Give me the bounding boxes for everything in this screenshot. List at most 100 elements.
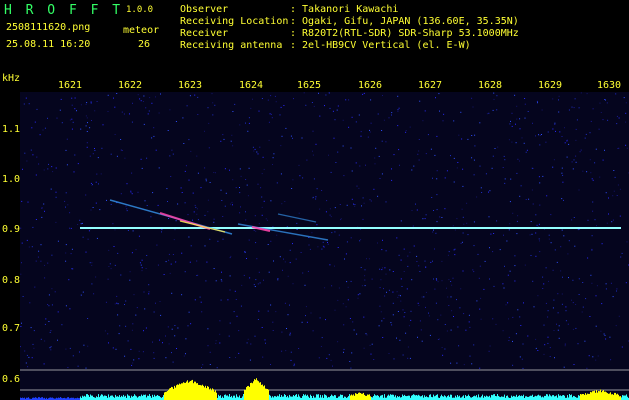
intensity-bar xyxy=(406,396,407,400)
noise-pixel xyxy=(605,338,607,340)
noise-pixel xyxy=(440,314,442,316)
noise-pixel xyxy=(329,208,331,210)
noise-pixel xyxy=(44,340,46,342)
noise-pixel xyxy=(143,330,144,332)
noise-pixel xyxy=(582,306,584,308)
noise-pixel xyxy=(444,348,446,350)
noise-pixel xyxy=(190,245,192,247)
noise-pixel xyxy=(30,149,32,151)
intensity-bar xyxy=(437,394,438,400)
noise-pixel xyxy=(170,263,172,265)
noise-pixel xyxy=(298,164,300,166)
intensity-bar xyxy=(170,388,171,400)
noise-pixel xyxy=(563,199,564,201)
noise-pixel xyxy=(145,107,147,109)
noise-pixel xyxy=(188,139,190,141)
intensity-bar xyxy=(353,394,354,400)
intensity-bar xyxy=(574,396,575,400)
intensity-bar xyxy=(559,395,560,400)
noise-pixel xyxy=(145,268,147,269)
noise-pixel xyxy=(354,205,356,207)
noise-pixel xyxy=(268,271,270,273)
noise-pixel xyxy=(73,171,75,173)
noise-pixel xyxy=(342,119,344,121)
noise-pixel xyxy=(263,279,264,281)
intensity-bar xyxy=(404,394,405,400)
noise-pixel xyxy=(468,314,470,316)
noise-pixel xyxy=(192,192,194,194)
noise-pixel xyxy=(364,275,366,277)
noise-pixel xyxy=(336,109,338,111)
noise-pixel xyxy=(616,195,618,196)
noise-pixel xyxy=(207,199,209,201)
x-tick-label: 1625 xyxy=(297,80,322,91)
noise-pixel xyxy=(196,275,198,276)
intensity-bar xyxy=(128,395,129,400)
noise-pixel xyxy=(207,328,209,330)
noise-pixel xyxy=(324,105,325,107)
x-tick-label: 1629 xyxy=(538,80,563,91)
noise-pixel xyxy=(104,330,106,332)
noise-pixel xyxy=(448,279,450,281)
noise-pixel xyxy=(26,160,28,162)
noise-pixel xyxy=(374,163,376,165)
noise-pixel xyxy=(524,264,526,266)
intensity-bar xyxy=(513,395,514,400)
intensity-bar xyxy=(234,395,235,400)
intensity-bar xyxy=(202,384,203,400)
intensity-bar xyxy=(351,394,352,400)
noise-pixel xyxy=(114,264,116,266)
noise-pixel xyxy=(575,139,577,141)
noise-pixel xyxy=(422,218,424,220)
noise-pixel xyxy=(527,335,529,337)
noise-pixel xyxy=(40,338,42,340)
noise-pixel xyxy=(428,315,430,317)
noise-pixel xyxy=(183,143,185,144)
noise-pixel xyxy=(552,98,554,100)
noise-pixel xyxy=(562,276,563,278)
intensity-bar xyxy=(600,389,601,400)
noise-pixel xyxy=(374,157,376,159)
noise-pixel xyxy=(539,251,541,253)
noise-pixel xyxy=(253,229,255,231)
noise-pixel xyxy=(232,204,233,206)
intensity-bar xyxy=(80,396,81,400)
noise-pixel xyxy=(468,321,470,323)
noise-pixel xyxy=(276,182,278,184)
noise-pixel xyxy=(380,279,382,281)
intensity-bar xyxy=(183,382,184,400)
noise-pixel xyxy=(59,109,61,111)
intensity-bar xyxy=(467,395,468,400)
noise-pixel xyxy=(578,294,580,295)
noise-pixel xyxy=(619,188,621,190)
noise-pixel xyxy=(121,111,123,113)
noise-pixel xyxy=(435,302,437,304)
intensity-bar xyxy=(303,394,304,400)
noise-pixel xyxy=(57,240,59,242)
intensity-bar xyxy=(121,395,122,400)
noise-pixel xyxy=(129,113,130,115)
intensity-bar xyxy=(474,395,475,400)
noise-pixel xyxy=(316,188,318,190)
intensity-bar xyxy=(144,394,145,400)
intensity-bar xyxy=(495,396,496,400)
noise-pixel xyxy=(26,354,28,356)
noise-pixel xyxy=(141,267,143,269)
noise-pixel xyxy=(49,347,51,349)
noise-pixel xyxy=(407,255,409,257)
noise-pixel xyxy=(554,249,556,251)
noise-pixel xyxy=(421,340,423,342)
noise-pixel xyxy=(403,271,405,272)
noise-pixel xyxy=(112,347,114,349)
noise-pixel xyxy=(241,284,243,286)
noise-pixel xyxy=(100,173,102,175)
intensity-bar xyxy=(591,392,592,400)
noise-pixel xyxy=(337,105,339,107)
noise-pixel xyxy=(383,288,384,290)
x-tick-label: 1624 xyxy=(239,80,264,91)
intensity-bar xyxy=(220,395,221,400)
noise-pixel xyxy=(261,196,263,198)
noise-pixel xyxy=(248,122,250,124)
intensity-bar xyxy=(226,395,227,400)
intensity-bar xyxy=(624,395,625,400)
